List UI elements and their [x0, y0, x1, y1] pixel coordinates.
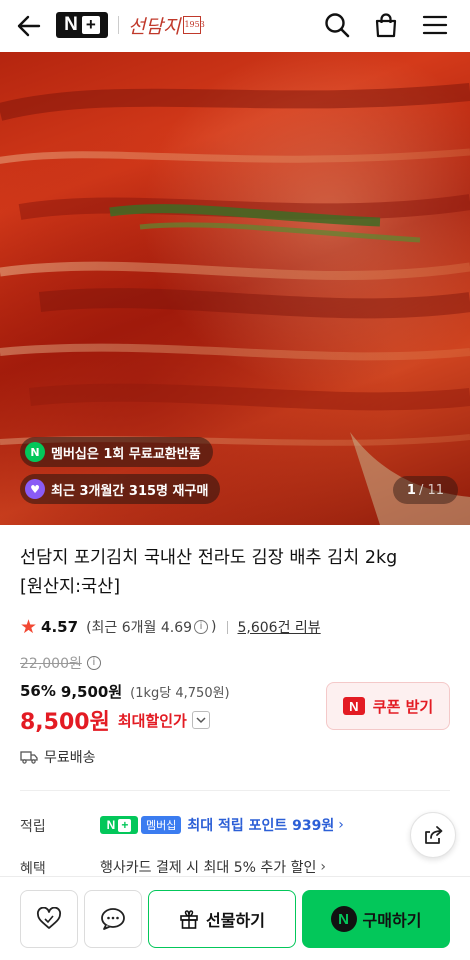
- chevron-right-icon: ›: [338, 817, 344, 833]
- points-label: 적립: [20, 819, 46, 835]
- menu-icon[interactable]: [420, 10, 450, 40]
- unit-price: (1kg당 4,750원): [130, 685, 230, 701]
- final-price-row[interactable]: 8,500원 최대할인가: [20, 704, 210, 736]
- section-divider: [20, 790, 450, 791]
- benefit-row[interactable]: 행사카드 결제 시 최대 5% 추가 할인 ›: [100, 856, 326, 878]
- product-image[interactable]: N 멤버십은 1회 무료교환반품 ♥ 최근 3개월간 315명 재구매 1 / …: [0, 52, 470, 525]
- image-page-counter: 1 / 11: [392, 476, 458, 504]
- membership-return-badge: N 멤버십은 1회 무료교환반품: [20, 437, 213, 467]
- chat-bubble-icon: [101, 908, 125, 930]
- shipping-text: 무료배송: [44, 750, 96, 766]
- discount-price: 9,500원: [60, 682, 123, 701]
- shipping-info: 무료배송: [20, 746, 96, 768]
- chevron-right-icon: ›: [320, 859, 326, 875]
- wishlist-button[interactable]: [20, 890, 78, 948]
- bottom-action-bar: 선물하기 N 구매하기: [0, 876, 470, 960]
- truck-icon: [20, 750, 38, 764]
- badge-text: 멤버십은 1회 무료교환반품: [51, 446, 201, 462]
- repurchase-badge: ♥ 최근 3개월간 315명 재구매: [20, 474, 221, 504]
- chevron-down-icon[interactable]: [191, 711, 210, 729]
- points-text: 최대 적립 포인트 939원: [187, 818, 335, 834]
- shopping-bag-icon[interactable]: [371, 10, 401, 40]
- original-price: 22,000원: [20, 656, 82, 672]
- rating-score: 4.57: [41, 618, 79, 636]
- recent-rating: (최근 6개월 4.69: [86, 620, 193, 636]
- final-price: 8,500원: [20, 710, 110, 735]
- brand-name: 선담지: [128, 15, 181, 38]
- discount-row: 56% 9,500원 (1kg당 4,750원): [20, 680, 230, 702]
- recent-rating-close: ): [211, 619, 217, 635]
- naver-plus-badge: N +: [100, 816, 138, 834]
- membership-chip: 멤버십: [141, 816, 182, 834]
- buy-label: 구매하기: [362, 911, 422, 930]
- product-origin: [원산지:국산]: [20, 577, 121, 597]
- badge-text: 최근 3개월간 315명 재구매: [51, 483, 209, 499]
- divider: [226, 620, 228, 634]
- repurchase-icon: ♥: [25, 479, 45, 499]
- share-icon: [425, 826, 443, 844]
- back-arrow-icon[interactable]: [14, 12, 44, 40]
- product-title: 선담지 포기김치 국내산 전라도 김장 배추 김치 2kg [원산지:국산]: [20, 544, 450, 602]
- heart-icon: [37, 907, 61, 929]
- max-discount-label: 최대할인가: [117, 711, 187, 730]
- naver-n-icon: N: [342, 697, 365, 715]
- benefit-text: 행사카드 결제 시 최대 5% 추가 할인: [100, 860, 317, 876]
- naver-plus-logo[interactable]: N +: [56, 12, 108, 38]
- brand-logo[interactable]: 선담지 1953: [128, 10, 205, 40]
- header-divider: [118, 16, 119, 34]
- coupon-label: 쿠폰 받기: [372, 697, 434, 716]
- gift-icon: [179, 909, 199, 929]
- gift-label: 선물하기: [206, 911, 265, 930]
- coupon-button[interactable]: N 쿠폰 받기: [326, 682, 450, 730]
- star-icon: ★: [20, 616, 38, 638]
- reviews-link[interactable]: 5,606건 리뷰: [238, 617, 321, 637]
- info-icon[interactable]: i: [86, 656, 101, 670]
- buy-button[interactable]: N 구매하기: [302, 890, 450, 948]
- top-header: N + 선담지 1953: [0, 0, 470, 52]
- rating-row: ★ 4.57 (최근 6개월 4.69 i ) 5,606건 리뷰: [20, 616, 321, 638]
- product-title-line: 선담지 포기김치 국내산 전라도 김장 배추 김치 2kg: [20, 548, 398, 568]
- talk-talk-button[interactable]: [84, 890, 142, 948]
- brand-stamp: 1953: [183, 16, 205, 34]
- total-pages: / 11: [418, 482, 444, 498]
- naver-pay-icon: N: [330, 906, 357, 932]
- points-row[interactable]: N + 멤버십 최대 적립 포인트 939원 ›: [100, 814, 344, 836]
- original-price-row: 22,000원 i: [20, 652, 104, 674]
- benefit-label: 혜택: [20, 861, 46, 877]
- naver-membership-icon: N: [25, 442, 45, 462]
- search-icon[interactable]: [322, 10, 352, 40]
- discount-percent: 56%: [20, 682, 56, 700]
- info-icon[interactable]: i: [194, 620, 209, 634]
- current-page: 1: [406, 482, 416, 498]
- share-button[interactable]: [410, 812, 456, 858]
- gift-button[interactable]: 선물하기: [148, 890, 296, 948]
